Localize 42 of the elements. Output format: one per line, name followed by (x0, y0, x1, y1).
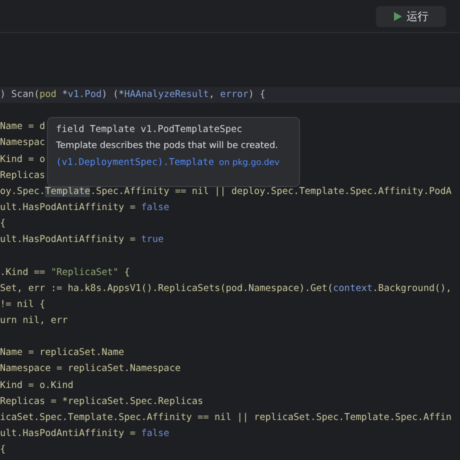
doc-link[interactable]: (v1.DeploymentSpec).Template (56, 157, 214, 168)
code-token: Namespac (0, 137, 46, 148)
code-token: != nil { (0, 298, 46, 310)
code-token: ) (* (102, 89, 124, 100)
doc-signature: field Template v1.PodTemplateSpec (56, 124, 244, 135)
code-token: urn nil, err (0, 314, 68, 326)
play-icon (394, 12, 402, 20)
code-token: .Spec.Affinity == nil || deploy.Spec.Template.Spec.Affinity.PodA (90, 186, 452, 197)
code-token: Name = replicaSet.Name (0, 347, 124, 358)
code-token: v1.Pod (68, 89, 102, 100)
code-token: , (208, 89, 216, 100)
run-button[interactable]: 运行 (376, 6, 446, 26)
code-token: ) Scan( (0, 89, 40, 100)
code-token: Name = d (0, 121, 46, 132)
code-token: ult.HasPodAntiAffinity = (0, 428, 136, 439)
code-token: Kind = o.Kind (0, 380, 74, 391)
code-token: oy.Spec. (0, 186, 46, 197)
code-token: Namespace = replicaSet.Namespace (0, 363, 181, 374)
code-token: { (0, 218, 6, 230)
code-token: error (220, 89, 248, 100)
code-token: ult.HasPodAntiAffinity = (0, 234, 136, 246)
code-token: Kind = o (0, 154, 46, 165)
code-token: ult.HasPodAntiAffinity = (0, 202, 136, 213)
code-token: HAAnalyzeResult (124, 89, 209, 100)
code-token: false (141, 428, 170, 439)
code-token: true (141, 234, 164, 246)
code-token: * (61, 89, 68, 100)
external-doc-link[interactable]: on pkg.go.dev (219, 158, 280, 168)
code-token: { (0, 444, 6, 456)
code-token: icaSet.Spec.Template.Spec.Affinity == nil || replicaSet.Spec.Template.Spec.Affin (0, 412, 452, 423)
code-token: pod (40, 89, 56, 100)
code-token: Replicas = *replicaSet.Spec.Replicas (0, 396, 204, 407)
code-token: .Background(), (372, 282, 452, 294)
code-token: .Kind == (0, 266, 46, 278)
code-token: "ReplicaSet" (50, 266, 119, 278)
code-token: false (141, 202, 170, 213)
code-token: { (123, 266, 130, 278)
doc-description: Template describes the pods that will be created. (56, 141, 280, 151)
code-token: context (333, 282, 373, 294)
code-token: ) { (248, 89, 266, 100)
code-token: Set, err := ha.k8s.AppsV1().ReplicaSets(pod.Namespace).Get( (0, 282, 334, 294)
code-token: Replicas (0, 170, 46, 181)
